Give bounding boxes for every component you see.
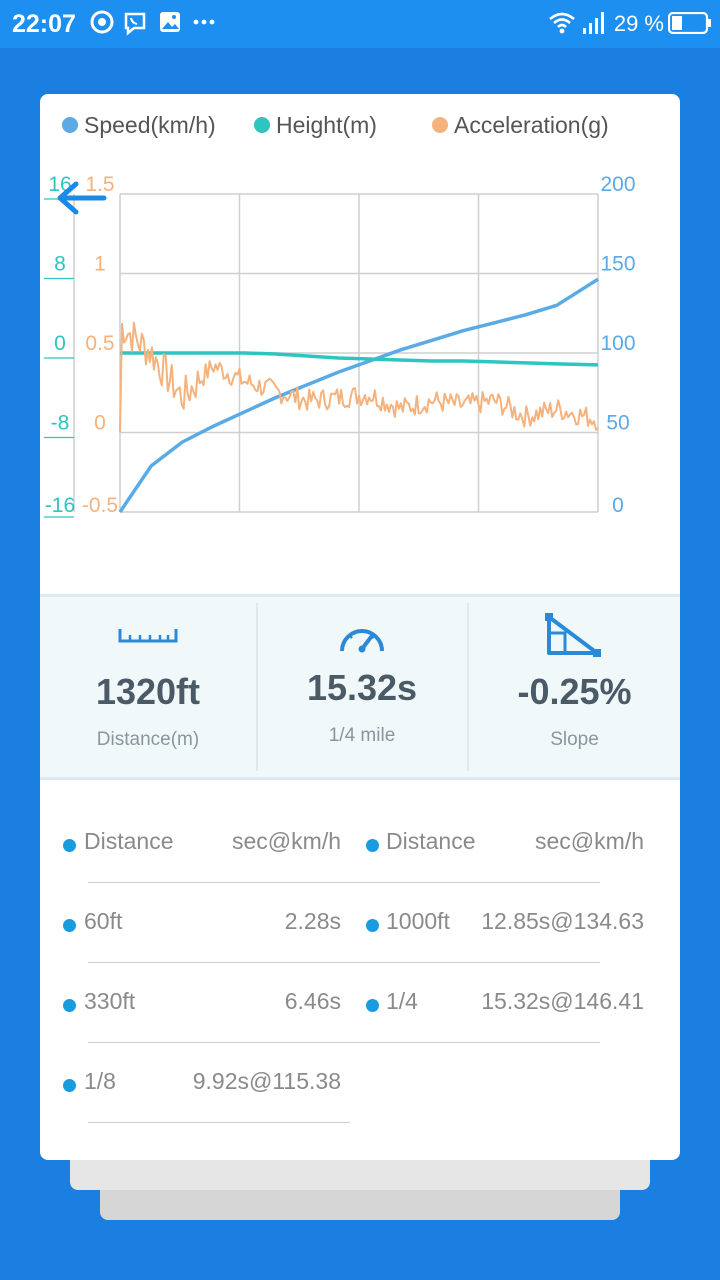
viber-icon (122, 10, 148, 41)
arrow-left-icon[interactable] (54, 178, 108, 223)
battery-percent: 29 % (613, 11, 664, 36)
stat-value: 15.32s (306, 667, 418, 708)
battery-icon (667, 11, 712, 39)
split-distance: 1/8 (84, 1068, 116, 1094)
split-distance: 1/4 (386, 988, 418, 1014)
chrome-icon (90, 10, 114, 39)
split-time: 9.92s@115.38 (192, 1068, 341, 1094)
status-time: 22:07 (12, 10, 76, 38)
row-divider (88, 1122, 350, 1123)
row-divider (88, 962, 600, 963)
stat-slope: -0.25% Slope (469, 597, 680, 777)
split-distance: 1000ft (386, 908, 450, 934)
axis-tick-label: 50 (606, 412, 629, 435)
performance-chart: 1680-8-161.510.50-0.5200150100500 (44, 173, 636, 518)
status-bar: 22:07 29 % (0, 0, 720, 48)
bullet-icon (366, 839, 379, 852)
more-icon (192, 8, 216, 37)
splits-header-time: sec@km/h (232, 828, 341, 854)
axis-tick-label: -0.5 (82, 494, 118, 517)
splits-header-distance: Distance (84, 828, 174, 854)
bullet-icon (63, 919, 76, 932)
stat-label: Distance(m) (96, 729, 200, 750)
stats-row: 1320ft Distance(m) 15.32s 1/4 mile -0.25… (40, 594, 680, 780)
bullet-icon (63, 999, 76, 1012)
slope-icon (545, 613, 601, 662)
split-time: 12.85s@134.63 (481, 908, 644, 934)
axis-tick-label: 0 (54, 332, 66, 355)
split-distance: 60ft (84, 908, 123, 934)
split-time: 6.46s (284, 988, 341, 1014)
axis-tick-label: -8 (51, 412, 70, 435)
row-divider (88, 882, 600, 883)
axis-tick-label: 0 (612, 494, 624, 517)
stat-time: 15.32s 1/4 mile (258, 597, 466, 777)
axis-tick-label: 1 (94, 253, 106, 276)
row-divider (88, 1042, 600, 1043)
split-distance: 330ft (84, 988, 136, 1014)
speedometer-icon (337, 621, 387, 660)
stat-value: -0.25% (517, 671, 632, 712)
stat-value: 1320ft (95, 671, 201, 712)
ruler-icon (118, 625, 178, 650)
split-time: 15.32s@146.41 (481, 988, 644, 1014)
bullet-icon (63, 1079, 76, 1092)
splits-header-time: sec@km/h (535, 828, 644, 854)
result-card: Speed(km/h) Height(m) Acceleration(g) 16… (40, 94, 680, 1160)
bullet-icon (366, 919, 379, 932)
stat-distance: 1320ft Distance(m) (40, 597, 256, 777)
signal-icon (582, 10, 606, 41)
axis-tick-label: 0.5 (85, 332, 114, 355)
stat-label: Slope (550, 729, 599, 750)
stat-label: 1/4 mile (328, 725, 396, 746)
axis-tick-label: 150 (600, 253, 635, 276)
axis-tick-label: 8 (54, 253, 66, 276)
axis-tick-label: -16 (45, 494, 75, 517)
axis-tick-label: 0 (94, 412, 106, 435)
gallery-icon (158, 10, 182, 39)
axis-tick-label: 200 (600, 173, 635, 196)
wifi-icon (548, 10, 576, 41)
axis-tick-label: 100 (600, 332, 635, 355)
split-time: 2.28s (284, 908, 341, 934)
bullet-icon (63, 839, 76, 852)
splits-header-distance: Distance (386, 828, 476, 854)
bullet-icon (366, 999, 379, 1012)
